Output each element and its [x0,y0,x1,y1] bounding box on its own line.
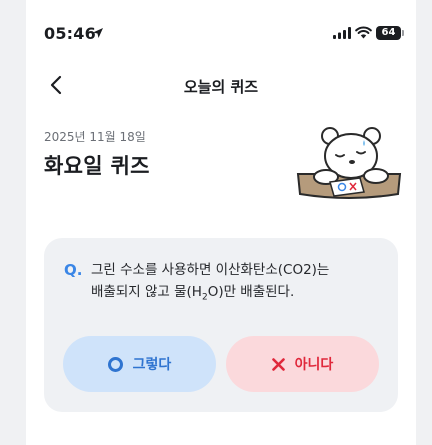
answer-no-label: 아니다 [294,357,334,373]
status-time: 05:46 [44,24,96,43]
circle-o-icon [107,356,123,372]
answer-yes-label: 그렇다 [132,357,172,373]
app-screen: 05:46 64 오늘의 퀴즈 2025년 11월 18일 화요일 퀴즈 Q. … [26,0,416,445]
battery-icon: 64 [376,26,401,40]
sleepy-bear-illustration [296,127,402,199]
answer-yes-button[interactable]: 그렇다 [63,336,216,392]
day-title: 화요일 퀴즈 [44,154,150,178]
location-arrow-icon [93,28,103,38]
x-mark-icon [271,357,285,371]
battery-cap [402,30,404,36]
wifi-icon [355,26,372,39]
question-text: 그린 수소를 사용하면 이산화탄소(CO2)는 배출되지 않고 물(H2O)만 … [91,259,381,309]
quiz-card: Q. 그린 수소를 사용하면 이산화탄소(CO2)는 배출되지 않고 물(H2O… [44,238,398,412]
answer-no-button[interactable]: 아니다 [226,336,379,392]
page-title: 오늘의 퀴즈 [183,78,259,96]
battery-level: 64 [381,27,396,38]
quiz-date: 2025년 11월 18일 [44,130,146,144]
status-bar: 05:46 64 [26,0,416,60]
question-marker: Q. [64,261,83,279]
cellular-signal-icon [333,27,351,39]
question-line-1: 그린 수소를 사용하면 이산화탄소(CO2)는 [91,262,330,278]
question-line-2: 배출되지 않고 물(H2O)만 배출된다. [91,284,295,303]
